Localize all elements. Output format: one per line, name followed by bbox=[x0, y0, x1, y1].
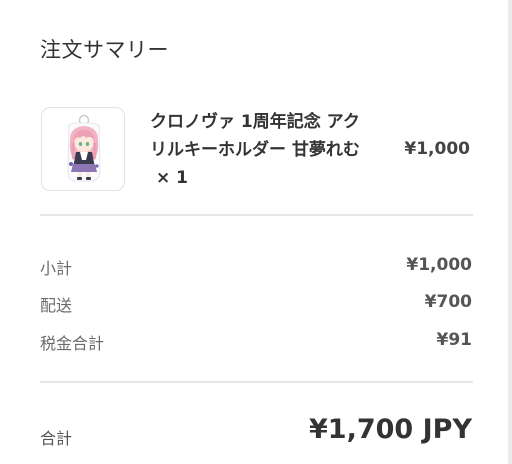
total-value: ¥1,700 JPY bbox=[309, 414, 472, 445]
product-quantity: × 1 bbox=[156, 168, 188, 188]
product-thumbnail bbox=[41, 107, 125, 191]
product-name: クロノヴァ 1周年記念 アクリルキーホルダー 甘夢れむ × 1 bbox=[150, 108, 375, 192]
shipping-label: 配送 bbox=[40, 296, 73, 315]
divider bbox=[40, 214, 473, 216]
subtotal-label: 小計 bbox=[40, 259, 73, 278]
scrollbar-track[interactable] bbox=[508, 0, 512, 464]
total-label: 合計 bbox=[40, 429, 73, 448]
divider bbox=[40, 381, 473, 383]
acrylic-keychain-icon bbox=[67, 114, 101, 182]
product-price: ¥1,000 bbox=[404, 139, 470, 159]
tax-total-label: 税金合計 bbox=[40, 334, 105, 353]
order-summary-panel: 注文サマリー クロノヴァ 1周年記念 アクリルキーホルダー 甘夢れむ× 1 ¥1… bbox=[0, 0, 512, 464]
subtotal-value: ¥1,000 bbox=[406, 255, 472, 275]
product-title: クロノヴァ 1周年記念 アクリルキーホルダー 甘夢れむ bbox=[150, 112, 360, 160]
tax-total-value: ¥91 bbox=[436, 330, 473, 350]
shipping-value: ¥700 bbox=[424, 292, 472, 312]
order-summary-title: 注文サマリー bbox=[40, 38, 169, 62]
